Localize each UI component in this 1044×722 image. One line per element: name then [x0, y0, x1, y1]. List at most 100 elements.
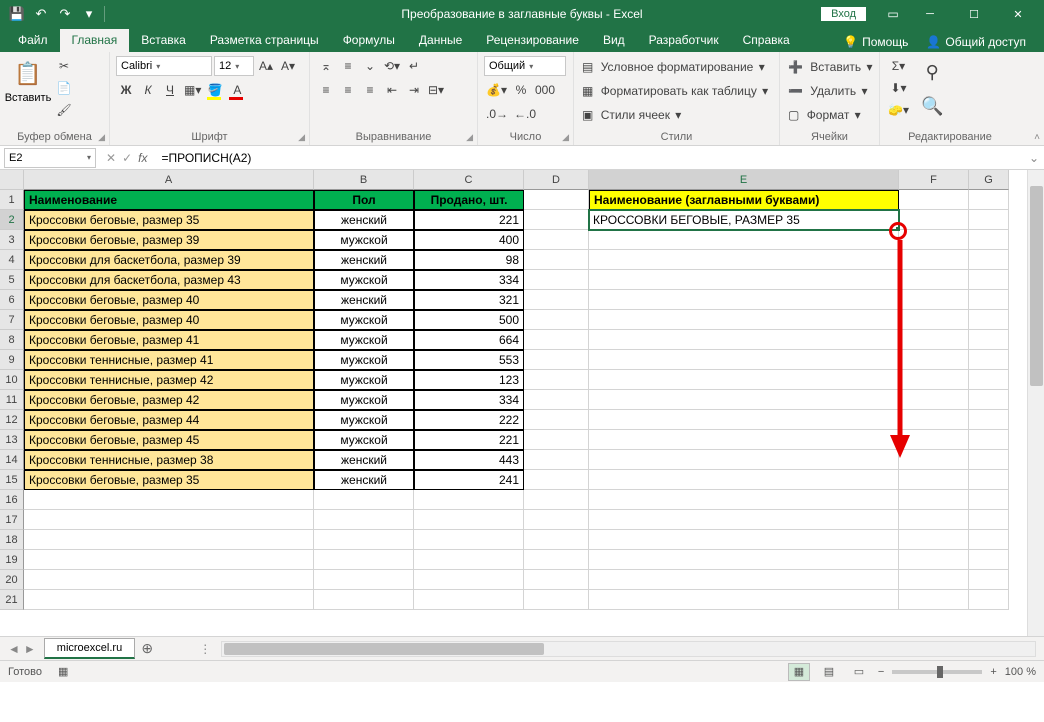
cell[interactable]: 98	[414, 250, 524, 270]
cell[interactable]: 222	[414, 410, 524, 430]
align-right-button[interactable]: ≡	[360, 80, 380, 100]
cell[interactable]	[314, 530, 414, 550]
borders-button[interactable]: ▦▾	[182, 80, 203, 100]
cell[interactable]	[589, 450, 899, 470]
wrap-text-button[interactable]: ↵	[404, 56, 424, 76]
cell[interactable]	[524, 450, 589, 470]
fx-icon[interactable]: fx	[138, 151, 147, 165]
tab-home[interactable]: Главная	[60, 29, 130, 52]
tab-layout[interactable]: Разметка страницы	[198, 29, 331, 52]
row-header-14[interactable]: 14	[0, 450, 24, 470]
row-header-12[interactable]: 12	[0, 410, 24, 430]
column-header-E[interactable]: E	[589, 170, 899, 190]
cell[interactable]	[314, 570, 414, 590]
cell[interactable]: женский	[314, 250, 414, 270]
cell[interactable]	[524, 370, 589, 390]
font-name-combo[interactable]: Calibri▾	[116, 56, 212, 76]
cell[interactable]	[969, 490, 1009, 510]
underline-button[interactable]: Ч	[160, 80, 180, 100]
align-bottom-button[interactable]: ⌄	[360, 56, 380, 76]
column-header-G[interactable]: G	[969, 170, 1009, 190]
cell[interactable]	[24, 490, 314, 510]
cell[interactable]: женский	[314, 450, 414, 470]
number-format-combo[interactable]: Общий▾	[484, 56, 566, 76]
cell[interactable]	[969, 590, 1009, 610]
cell[interactable]: Кроссовки беговые, размер 40	[24, 290, 314, 310]
cell[interactable]	[969, 510, 1009, 530]
cell[interactable]: Кроссовки беговые, размер 45	[24, 430, 314, 450]
cell[interactable]	[589, 570, 899, 590]
row-header-2[interactable]: 2	[0, 210, 24, 230]
cell[interactable]	[899, 370, 969, 390]
cell[interactable]	[969, 250, 1009, 270]
cell[interactable]	[524, 530, 589, 550]
cell[interactable]	[899, 210, 969, 230]
cell[interactable]	[899, 310, 969, 330]
cell[interactable]	[899, 430, 969, 450]
cell[interactable]	[524, 430, 589, 450]
cell[interactable]: Кроссовки беговые, размер 35	[24, 470, 314, 490]
copy-button[interactable]: 📄	[54, 78, 74, 98]
fill-color-button[interactable]: 🪣	[205, 80, 225, 100]
grow-font-button[interactable]: A▴	[256, 56, 276, 76]
cell[interactable]	[414, 590, 524, 610]
autosum-button[interactable]: Σ▾	[886, 56, 911, 76]
normal-view-button[interactable]: ▦	[788, 663, 810, 681]
bold-button[interactable]: Ж	[116, 80, 136, 100]
row-header-1[interactable]: 1	[0, 190, 24, 210]
cell[interactable]: Кроссовки беговые, размер 41	[24, 330, 314, 350]
cell[interactable]	[899, 530, 969, 550]
tab-help[interactable]: Справка	[731, 29, 802, 52]
cell[interactable]: 400	[414, 230, 524, 250]
cell[interactable]: Кроссовки беговые, размер 35	[24, 210, 314, 230]
row-header-4[interactable]: 4	[0, 250, 24, 270]
column-header-A[interactable]: A	[24, 170, 314, 190]
cell[interactable]	[969, 290, 1009, 310]
cell[interactable]: 221	[414, 210, 524, 230]
cell[interactable]	[314, 510, 414, 530]
select-all-corner[interactable]	[0, 170, 24, 190]
cell[interactable]	[314, 490, 414, 510]
cell[interactable]	[524, 190, 589, 210]
page-break-view-button[interactable]: ▭	[848, 663, 870, 681]
cell[interactable]	[589, 490, 899, 510]
row-header-18[interactable]: 18	[0, 530, 24, 550]
row-header-20[interactable]: 20	[0, 570, 24, 590]
cell[interactable]: мужской	[314, 410, 414, 430]
cell[interactable]	[414, 570, 524, 590]
zoom-out-button[interactable]: −	[878, 666, 884, 678]
redo-icon[interactable]: ↷	[54, 3, 76, 25]
cell[interactable]	[589, 270, 899, 290]
cell[interactable]	[589, 410, 899, 430]
formula-input[interactable]: =ПРОПИСН(A2)	[155, 148, 1024, 168]
row-header-3[interactable]: 3	[0, 230, 24, 250]
shrink-font-button[interactable]: A▾	[278, 56, 298, 76]
cell[interactable]	[589, 290, 899, 310]
cell[interactable]	[524, 550, 589, 570]
row-header-19[interactable]: 19	[0, 550, 24, 570]
cell[interactable]	[524, 290, 589, 310]
find-select-button[interactable]: 🔍	[919, 90, 945, 122]
format-painter-button[interactable]: 🖌	[54, 100, 74, 120]
align-left-button[interactable]: ≡	[316, 80, 336, 100]
font-size-combo[interactable]: 12▾	[214, 56, 254, 76]
cell[interactable]	[414, 510, 524, 530]
cell[interactable]: 221	[414, 430, 524, 450]
row-header-8[interactable]: 8	[0, 330, 24, 350]
cell[interactable]	[524, 510, 589, 530]
cell[interactable]	[969, 570, 1009, 590]
cell[interactable]	[969, 530, 1009, 550]
comma-button[interactable]: 000	[533, 80, 557, 100]
increase-indent-button[interactable]: ⇥	[404, 80, 424, 100]
cell[interactable]	[524, 570, 589, 590]
cell[interactable]	[969, 190, 1009, 210]
increase-decimal-button[interactable]: .0→	[484, 104, 510, 124]
cell[interactable]	[969, 450, 1009, 470]
cell[interactable]	[899, 230, 969, 250]
cell[interactable]	[524, 250, 589, 270]
cell[interactable]: 500	[414, 310, 524, 330]
cell[interactable]: Кроссовки беговые, размер 44	[24, 410, 314, 430]
row-header-11[interactable]: 11	[0, 390, 24, 410]
cell[interactable]	[589, 430, 899, 450]
sheet-tab[interactable]: microexcel.ru	[44, 638, 135, 659]
